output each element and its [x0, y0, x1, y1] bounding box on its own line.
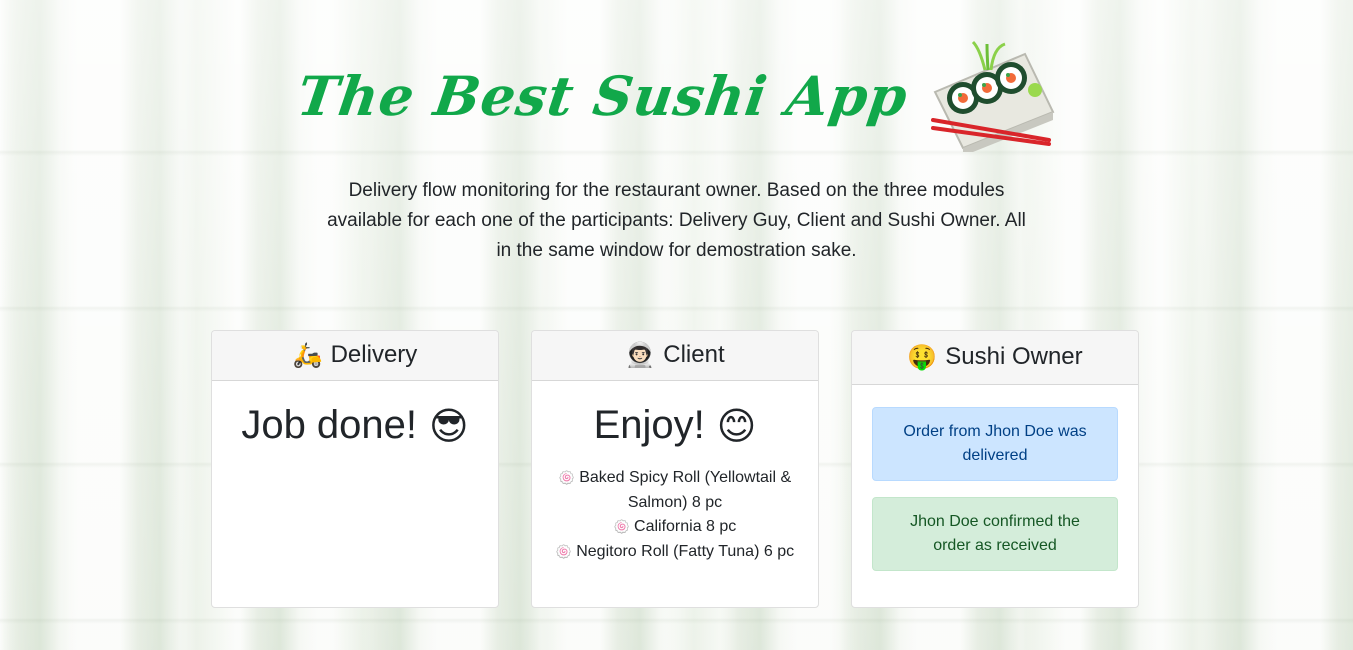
hero: The Best Sushi App	[0, 40, 1353, 152]
client-status: Enjoy! 😊	[552, 403, 798, 448]
title-row: The Best Sushi App	[0, 40, 1353, 152]
smiling-face-icon: 😊	[716, 403, 757, 448]
owner-card-title: Sushi Owner	[945, 343, 1083, 370]
owner-card-header: 🤑 Sushi Owner	[852, 331, 1138, 385]
client-status-text: Enjoy!	[593, 403, 705, 447]
description-text: Delivery flow monitoring for the restaur…	[327, 180, 1026, 261]
list-item: California 8 pc	[552, 515, 798, 540]
delivery-status: Job done! 😎	[232, 403, 478, 448]
confirmed-alert: Jhon Doe confirmed the order as received	[872, 497, 1118, 571]
delivery-card-header: 🛵 Delivery	[212, 331, 498, 381]
sunglasses-face-icon: 😎	[429, 403, 469, 448]
owner-card-body: Order from Jhon Doe was delivered Jhon D…	[852, 385, 1138, 607]
list-item: Baked Spicy Roll (Yellowtail & Salmon) 8…	[552, 466, 798, 515]
client-card-body: Enjoy! 😊 Baked Spicy Roll (Yellowtail & …	[532, 381, 818, 583]
description: Delivery flow monitoring for the restaur…	[0, 176, 1353, 266]
delivered-alert: Order from Jhon Doe was delivered	[872, 407, 1118, 481]
scooter-icon: 🛵	[292, 341, 323, 369]
order-items: Baked Spicy Roll (Yellowtail & Salmon) 8…	[552, 466, 798, 565]
owner-card: 🤑 Sushi Owner Order from Jhon Doe was de…	[851, 330, 1139, 608]
list-item: Negitoro Roll (Fatty Tuna) 6 pc	[552, 540, 798, 565]
astronaut-icon: 👨🏻‍🚀	[625, 341, 656, 369]
client-card-title: Client	[663, 341, 725, 368]
client-card: 👨🏻‍🚀 Client Enjoy! 😊 Baked Spicy Roll (Y…	[531, 330, 819, 608]
sushi-plate-icon	[931, 40, 1055, 152]
app-title: The Best Sushi App	[293, 64, 912, 128]
delivery-card: 🛵 Delivery Job done! 😎	[211, 330, 499, 608]
client-card-header: 👨🏻‍🚀 Client	[532, 331, 818, 381]
delivery-card-title: Delivery	[330, 341, 418, 368]
delivery-card-body: Job done! 😎	[212, 381, 498, 466]
delivery-status-text: Job done!	[241, 403, 418, 447]
money-mouth-face-icon: 🤑	[907, 343, 938, 371]
